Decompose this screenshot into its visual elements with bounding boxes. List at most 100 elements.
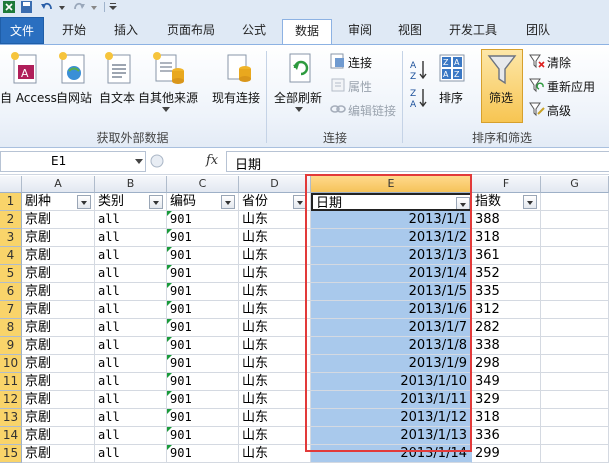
table-cell[interactable]: 901 (167, 301, 239, 319)
table-cell[interactable]: 山东 (239, 355, 311, 373)
empty-cell[interactable] (541, 247, 609, 265)
column-header-c[interactable]: C (167, 176, 239, 193)
from-access-button[interactable]: 自 Access (0, 89, 57, 106)
other-sources-dropdown-icon[interactable] (162, 107, 170, 113)
table-cell[interactable]: 352 (472, 265, 541, 283)
row-header[interactable]: 11 (0, 373, 22, 391)
table-cell[interactable]: 京剧 (22, 355, 95, 373)
row-header[interactable]: 15 (0, 445, 22, 463)
filter-dropdown-button[interactable] (221, 195, 235, 209)
table-cell[interactable]: 2013/1/4 (311, 265, 472, 283)
redo-icon[interactable] (72, 1, 86, 13)
table-cell[interactable]: 山东 (239, 391, 311, 409)
table-cell[interactable]: 2013/1/3 (311, 247, 472, 265)
table-cell[interactable]: 山东 (239, 319, 311, 337)
table-cell[interactable]: all (95, 265, 167, 283)
table-cell[interactable]: 京剧 (22, 301, 95, 319)
table-cell[interactable]: 山东 (239, 373, 311, 391)
table-cell[interactable]: 山东 (239, 409, 311, 427)
table-cell[interactable]: 2013/1/14 (311, 445, 472, 463)
table-cell[interactable]: 山东 (239, 427, 311, 445)
column-header-g[interactable]: G (541, 176, 609, 193)
table-cell[interactable]: 山东 (239, 265, 311, 283)
row-header[interactable]: 3 (0, 229, 22, 247)
table-cell[interactable]: 京剧 (22, 337, 95, 355)
table-cell[interactable]: 山东 (239, 229, 311, 247)
customize-qat-icon[interactable] (108, 1, 118, 13)
empty-cell[interactable] (541, 319, 609, 337)
tab-developer[interactable]: 开发工具 (440, 19, 506, 44)
table-cell[interactable]: all (95, 409, 167, 427)
reapply-button[interactable]: 重新应用 (547, 78, 595, 95)
filter-button[interactable]: 筛选 (489, 89, 513, 106)
table-cell[interactable]: 329 (472, 391, 541, 409)
table-cell[interactable]: 京剧 (22, 373, 95, 391)
table-cell[interactable]: 京剧 (22, 427, 95, 445)
tab-formulas[interactable]: 公式 (232, 19, 276, 44)
name-box[interactable]: E1 (0, 151, 146, 172)
row-header[interactable]: 12 (0, 391, 22, 409)
tab-file[interactable]: 文件 (0, 17, 44, 44)
table-cell[interactable]: 2013/1/9 (311, 355, 472, 373)
table-cell[interactable]: 2013/1/5 (311, 283, 472, 301)
empty-cell[interactable] (541, 283, 609, 301)
filter-dropdown-button[interactable] (149, 195, 163, 209)
table-cell[interactable]: 京剧 (22, 265, 95, 283)
table-cell[interactable]: 338 (472, 337, 541, 355)
table-cell[interactable]: 2013/1/7 (311, 319, 472, 337)
from-web-button[interactable]: 自网站 (56, 89, 92, 106)
table-cell[interactable]: all (95, 391, 167, 409)
table-cell[interactable]: 312 (472, 301, 541, 319)
table-cell[interactable]: 318 (472, 229, 541, 247)
from-other-sources-button[interactable]: 自其他来源 (138, 89, 198, 106)
table-cell[interactable]: 901 (167, 247, 239, 265)
table-cell[interactable]: 京剧 (22, 247, 95, 265)
column-header-e[interactable]: E (311, 176, 472, 193)
row-header[interactable]: 13 (0, 409, 22, 427)
table-cell[interactable]: all (95, 337, 167, 355)
table-cell[interactable]: 2013/1/2 (311, 229, 472, 247)
table-cell[interactable]: all (95, 229, 167, 247)
column-header-d[interactable]: D (239, 176, 311, 193)
table-cell[interactable]: 901 (167, 355, 239, 373)
row-header[interactable]: 8 (0, 319, 22, 337)
empty-cell[interactable] (541, 211, 609, 229)
advanced-button[interactable]: 高级 (547, 102, 571, 119)
row-header[interactable]: 10 (0, 355, 22, 373)
table-cell[interactable]: all (95, 283, 167, 301)
empty-cell[interactable] (541, 265, 609, 283)
filter-dropdown-button[interactable] (523, 195, 537, 209)
table-cell[interactable]: 京剧 (22, 229, 95, 247)
table-cell[interactable]: 901 (167, 409, 239, 427)
table-cell[interactable]: 388 (472, 211, 541, 229)
column-header-f[interactable]: F (472, 176, 541, 193)
row-header[interactable]: 9 (0, 337, 22, 355)
sort-za-icon[interactable]: ZA (410, 87, 428, 109)
empty-cell[interactable] (541, 427, 609, 445)
table-cell[interactable]: 335 (472, 283, 541, 301)
table-cell[interactable]: 2013/1/6 (311, 301, 472, 319)
sort-button[interactable]: 排序 (439, 89, 463, 106)
table-cell[interactable]: 349 (472, 373, 541, 391)
table-cell[interactable]: 901 (167, 445, 239, 463)
select-all-corner[interactable] (0, 176, 22, 193)
table-cell[interactable]: 2013/1/10 (311, 373, 472, 391)
row-header[interactable]: 6 (0, 283, 22, 301)
table-cell[interactable]: all (95, 247, 167, 265)
row-header[interactable]: 4 (0, 247, 22, 265)
undo-dropdown-icon[interactable] (58, 1, 66, 13)
header-cell-e[interactable]: 日期 (311, 193, 472, 211)
table-cell[interactable]: 901 (167, 229, 239, 247)
filter-dropdown-button[interactable] (293, 195, 307, 209)
filter-dropdown-button[interactable] (456, 197, 470, 209)
edit-links-button[interactable]: 编辑链接 (348, 102, 396, 119)
table-cell[interactable]: 2013/1/12 (311, 409, 472, 427)
table-cell[interactable]: 901 (167, 373, 239, 391)
tab-team[interactable]: 团队 (516, 19, 560, 44)
table-cell[interactable]: all (95, 373, 167, 391)
worksheet-grid[interactable]: A B C D E F G 1 剧种 类别 编码 省份 日期 指数 2 京剧 all 901 山东 2013/1/1 3… (0, 176, 609, 468)
table-cell[interactable]: 山东 (239, 301, 311, 319)
table-cell[interactable]: all (95, 427, 167, 445)
tab-insert[interactable]: 插入 (104, 19, 148, 44)
table-cell[interactable]: 361 (472, 247, 541, 265)
